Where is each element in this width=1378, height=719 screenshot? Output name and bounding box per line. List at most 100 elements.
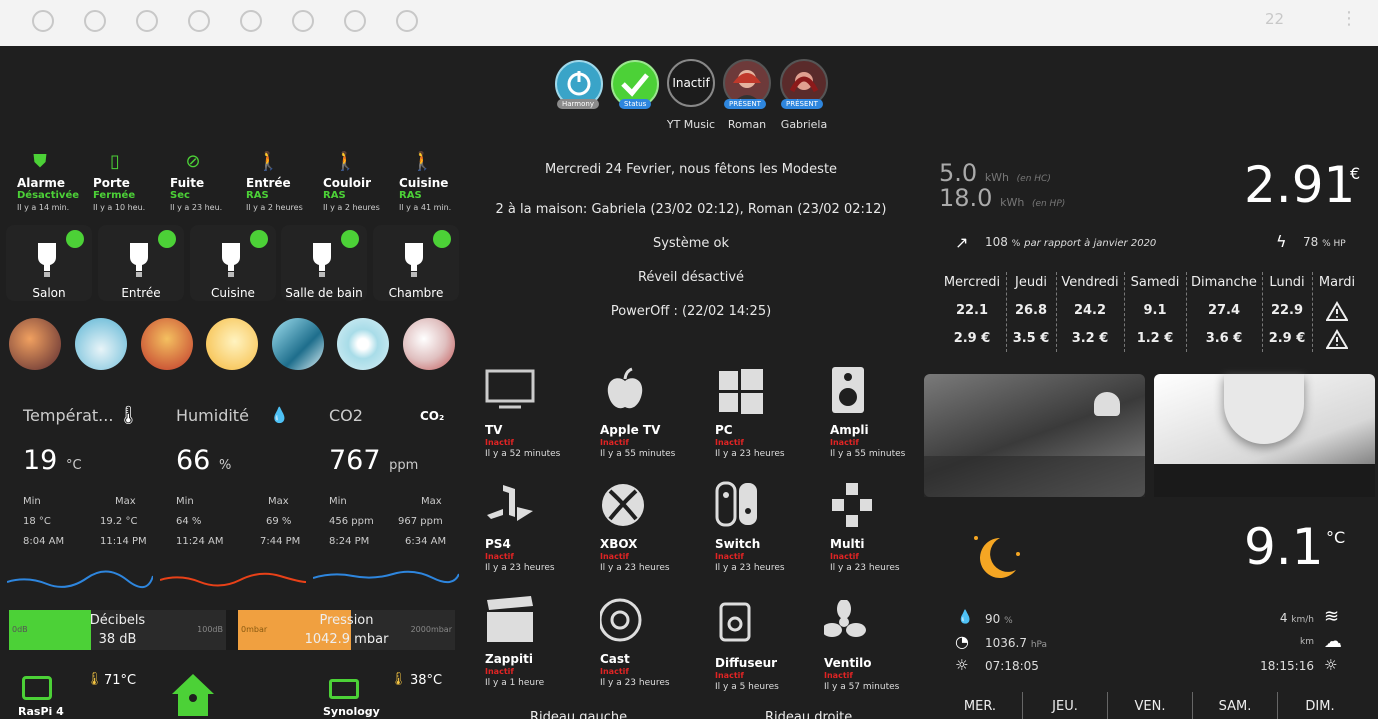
circle-icon[interactable] [188,10,210,32]
energy-cost: 2.91 [1244,156,1356,214]
moon-icon [974,536,1020,578]
device-name: Ampli [830,423,869,437]
status-name: Cuisine [399,176,449,190]
device-time: Il y a 23 heures [600,563,670,573]
sensor-value: 767 ppm [329,445,419,476]
status-time: Il y a 2 heures [246,203,303,212]
light-on-indicator [433,230,451,248]
apple-icon [607,367,643,409]
device-name: Zappiti [485,652,533,666]
device-zappiti[interactable]: Zappiti Inactif Il y a 1 heure [479,596,593,704]
status-time: Il y a 14 min. [17,203,70,212]
arrow-up-right-icon: ↗ [955,233,969,252]
camera-icon[interactable] [292,10,314,32]
xbox-icon [602,484,644,526]
sunset-icon: ☼ [1324,656,1338,674]
door-icon: ▯ [110,151,120,172]
bulb-icon [313,243,331,277]
device-state: Inactif [485,667,514,676]
day-kwh: 24.2 [1073,303,1107,318]
device-name: Multi [830,537,865,551]
device-multi[interactable]: Multi Inactif Il y a 23 heures [824,481,938,589]
home-icon[interactable] [32,10,54,32]
windows-icon [719,369,763,414]
day-header: Mercredi [943,275,1001,290]
device-cast[interactable]: Cast Inactif Il y a 23 heures [594,596,708,704]
hp-energy: 18.0 kWh (en HP) [939,184,1066,212]
forecast-day: SAM. [1218,699,1252,714]
device-state: Inactif [830,552,859,561]
max-label: Max [268,496,289,507]
sensor-title: CO2 [329,406,363,425]
device-switch[interactable]: Switch Inactif Il y a 23 heures [709,481,823,589]
kebab-icon[interactable]: ⋮ [1340,8,1358,29]
day-header: Lundi [1269,275,1305,290]
day-eur: 2.9 € [1268,331,1306,346]
max-value: 69 % [266,516,292,527]
scene-red-flowers[interactable] [403,318,455,370]
thermometer-icon: 🌡 [86,672,103,687]
min-value: 456 ppm [329,516,374,527]
robot-icon[interactable] [84,10,106,32]
min-value: 18 °C [23,516,51,527]
humidity-icon: 💧 [957,610,974,625]
light-salon[interactable]: Salon [6,225,92,301]
thermometer-icon: 🌡 [117,405,140,426]
gear-icon[interactable] [240,10,262,32]
device-ps4[interactable]: PS4 Inactif Il y a 23 heures [479,481,593,589]
status-name: Porte [93,176,130,190]
device-apple-tv[interactable]: Apple TV Inactif Il y a 55 minutes [594,367,708,475]
status-value: Fermée [93,190,136,201]
max-value: 19.2 °C [100,516,138,527]
gabriela-label: Gabriela [780,118,828,131]
harmony-badge: Harmony [557,99,599,109]
hc-energy: 5.0 kWh (en HC) [939,159,1051,187]
scene-sunset-red[interactable] [141,318,193,370]
pression-label: Pression [319,613,374,628]
table-divider [1124,272,1125,352]
scene-sun-yellow[interactable] [206,318,258,370]
min-label: Min [176,496,194,507]
yt-music-state: Inactif [672,76,710,90]
light-entree[interactable]: Entrée [98,225,184,301]
table-divider [1186,272,1187,352]
day-kwh: 9.1 [1143,303,1167,318]
thermometer-icon: 🌡 [390,672,407,687]
table-divider [1006,272,1007,352]
device-time: Il y a 1 heure [485,678,545,688]
device-ventilo[interactable]: Ventilo Inactif Il y a 57 minutes [818,600,932,708]
language-label[interactable]: 22 [1265,10,1325,28]
device-tv[interactable]: TV Inactif Il y a 52 minutes [479,367,593,475]
device-diffuseur[interactable]: Diffuseur Inactif Il y a 5 heures [709,600,823,708]
day-header: Vendredi [1061,275,1119,290]
light-chambre[interactable]: Chambre [373,225,459,301]
camera-feed-2[interactable] [1154,374,1375,497]
status-time: Il y a 2 heures [323,203,380,212]
rideau-droite-label[interactable]: Rideau droite [765,710,852,719]
rideau-gauche-label[interactable]: Rideau gauche [530,710,627,719]
camera-feed-1[interactable] [924,374,1145,497]
device-state: Inactif [830,438,859,447]
device-name: PS4 [485,537,511,551]
decibels-bar: 0dB 100dB Décibels 38 dB [9,610,226,650]
device-ampli[interactable]: Ampli Inactif Il y a 55 minutes [824,367,938,475]
bolt-icon[interactable] [136,10,158,32]
light-cuisine[interactable]: Cuisine [190,225,276,301]
humidity-sparkline [160,572,306,587]
light-salle-de-bain[interactable]: Salle de bain [281,225,367,301]
scene-light-blue[interactable] [337,318,389,370]
date-line: Mercredi 24 Fevrier, nous fêtons les Mod… [544,162,838,177]
device-pc[interactable]: PC Inactif Il y a 23 heures [709,367,823,475]
device-xbox[interactable]: XBOX Inactif Il y a 23 heures [594,481,708,589]
temperature-sparkline [7,570,153,588]
min-label: Min [329,496,347,507]
status-value: RAS [399,190,422,201]
scene-sunset-palm[interactable] [9,318,61,370]
raspi-temp: 71°C [104,673,137,688]
settings-icon[interactable] [344,10,366,32]
scene-sky-blue[interactable] [75,318,127,370]
scene-waves[interactable] [272,318,324,370]
dots-icon[interactable] [396,10,418,32]
device-time: Il y a 57 minutes [824,682,900,692]
device-state: Inactif [600,667,629,676]
